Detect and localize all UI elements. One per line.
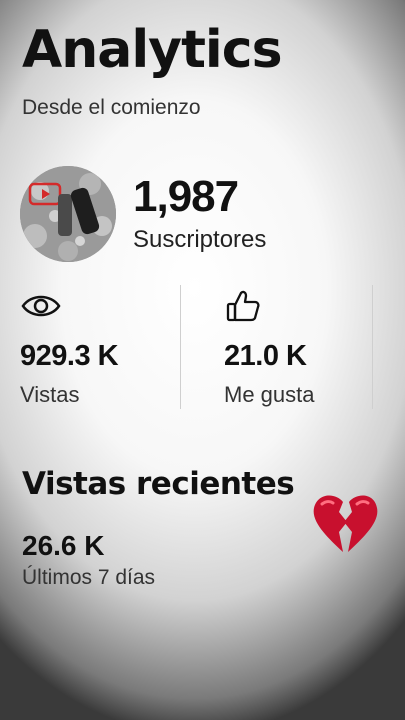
broken-heart-icon [310,492,380,556]
subscriber-count: 1,987 [133,172,239,221]
likes-label: Me gusta [224,382,315,407]
stat-divider [180,285,181,409]
views-value: 929.3 K [20,340,119,372]
thumbs-up-icon [225,288,261,329]
avatar-image [20,166,116,262]
views-label: Vistas [20,382,80,407]
page-title: Analytics [22,20,283,80]
subscriber-label: Suscriptores [133,226,267,253]
avatar[interactable] [20,166,116,262]
recent-views-value: 26.6 K [22,530,105,561]
recent-views-title: Vistas recientes [22,466,295,502]
eye-icon [21,292,61,325]
recent-views-label: Últimos 7 días [22,566,156,589]
stat-divider-right [372,285,373,409]
likes-value: 21.0 K [224,340,307,372]
page-subtitle: Desde el comienzo [22,96,201,119]
